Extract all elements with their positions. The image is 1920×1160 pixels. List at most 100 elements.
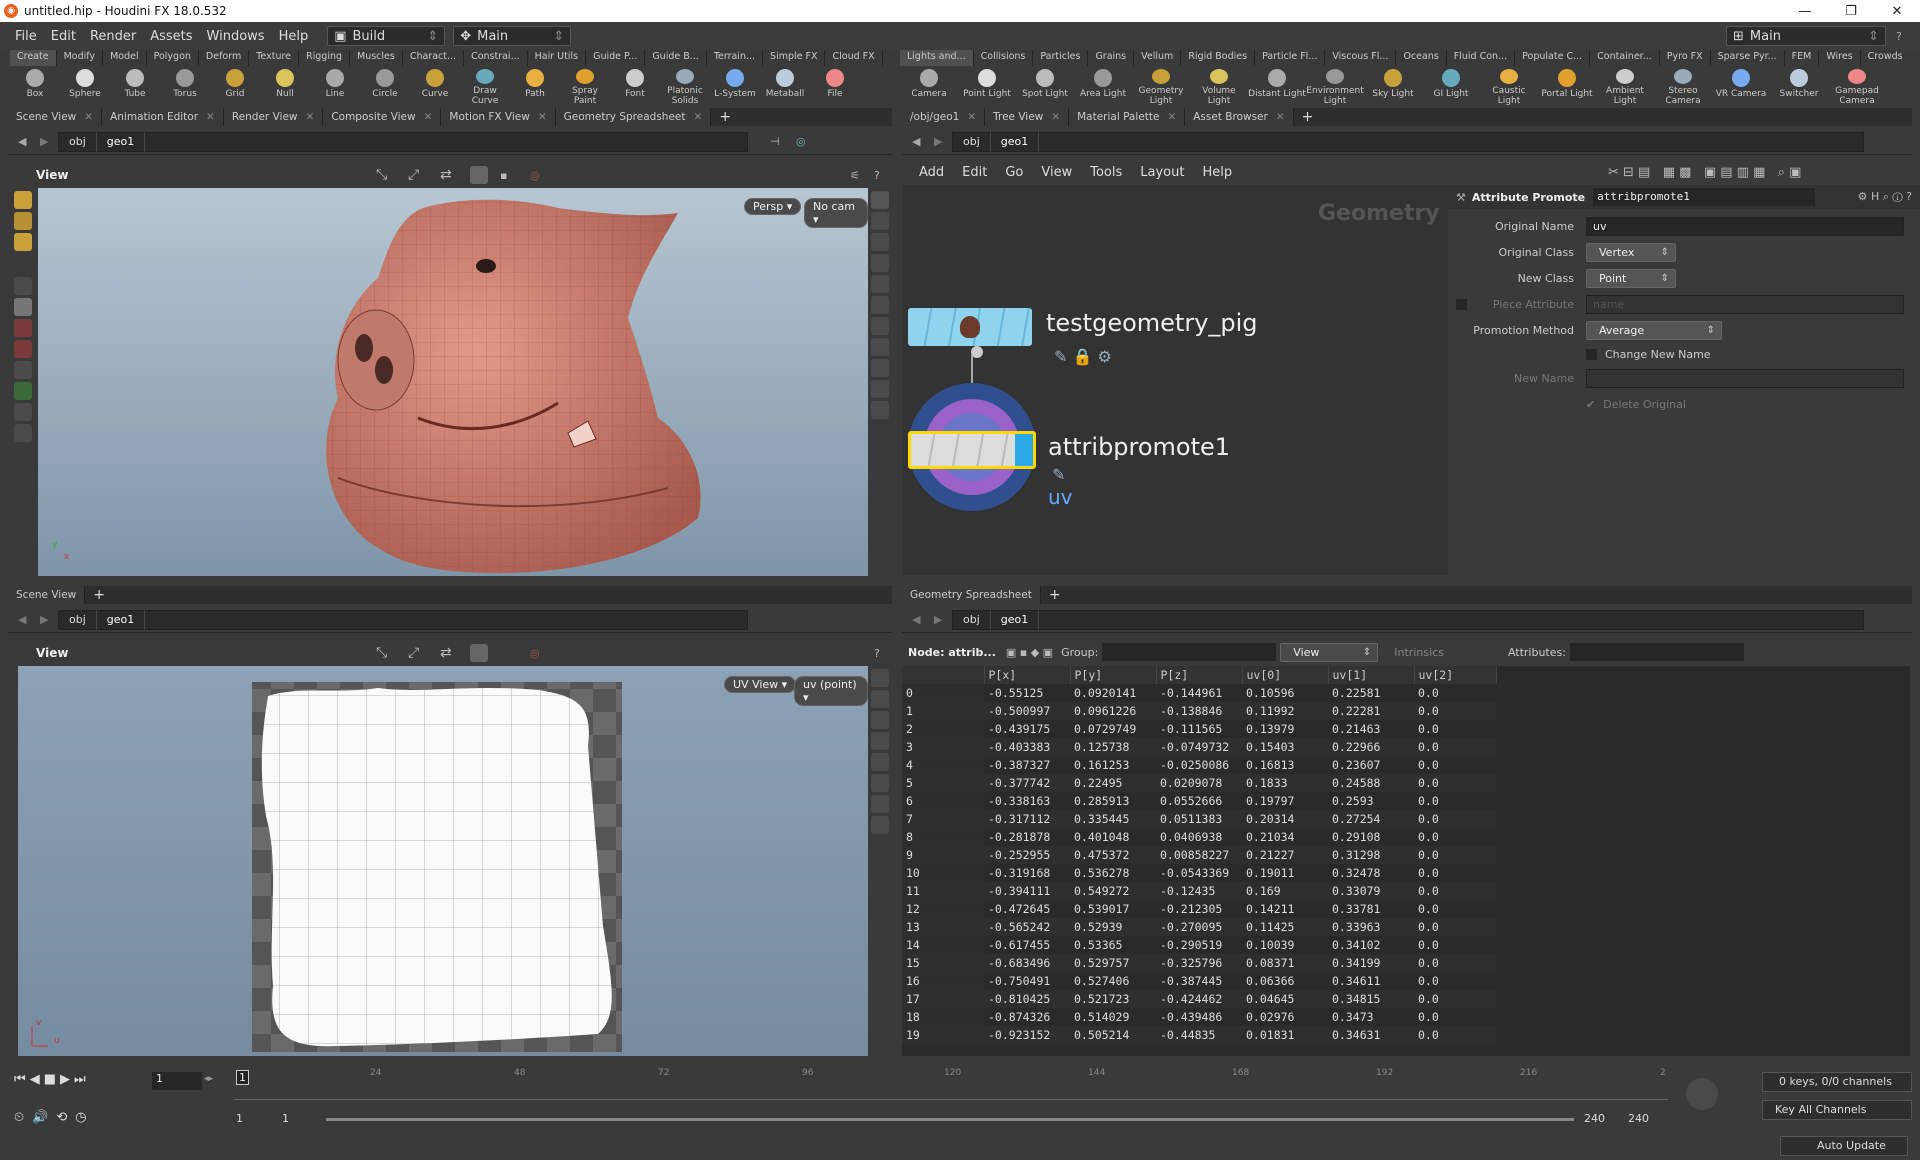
tool-volume-light[interactable]: Volume Light <box>1190 66 1248 106</box>
tool-switcher[interactable]: Switcher <box>1770 66 1828 106</box>
display-options-icon-2[interactable] <box>871 669 889 687</box>
range-start-field[interactable]: 1 <box>236 1112 243 1125</box>
light-icon-2[interactable] <box>871 795 889 813</box>
home-icon[interactable] <box>871 275 889 293</box>
step-frame-icons[interactable]: ◂▸ <box>204 1074 213 1084</box>
tab-scene-view[interactable]: Scene View ✕ <box>8 108 103 126</box>
add-tab-button-3[interactable]: + <box>1294 109 1322 125</box>
ghost-icon-2[interactable] <box>871 732 889 750</box>
network-icon-2[interactable] <box>871 816 889 834</box>
table-row[interactable]: 17 -0.810425 0.521723 -0.424462 0.04645 0.348… <box>902 990 1496 1008</box>
shading-icon-2[interactable] <box>871 690 889 708</box>
ss-col-uv-0[interactable]: uv[0] <box>1242 666 1329 684</box>
net-forward-arrow-icon[interactable]: ▶ <box>934 135 942 148</box>
ss-col-uv-2[interactable]: uv[2] <box>1414 666 1497 684</box>
tool-draw-curve[interactable]: Draw Curve <box>460 66 510 106</box>
piece-attr-field[interactable]: name <box>1586 294 1904 314</box>
ghost-icon[interactable] <box>871 254 889 272</box>
play-reverse-icon[interactable]: ◀ <box>30 1072 40 1087</box>
transform-tool-icon[interactable]: ⤢ <box>408 167 419 183</box>
ss-col-index[interactable] <box>902 666 985 684</box>
net-menu-edit[interactable]: Edit <box>953 165 996 180</box>
handle-tool-icon[interactable]: ⇄ <box>440 167 452 183</box>
table-row[interactable]: 15 -0.683496 0.529757 -0.325796 0.08371 0.341… <box>902 954 1496 972</box>
tool-path[interactable]: Path <box>510 66 560 106</box>
shelf-tab-fem[interactable]: FEM <box>1784 50 1820 66</box>
path-geo1-2[interactable]: geo1 <box>97 609 146 630</box>
node-info-icon[interactable]: ✎ 🔒 ⚙ <box>1054 347 1112 366</box>
audio-icon[interactable]: 🔊 <box>32 1110 48 1125</box>
select-tool-icon-2[interactable]: ⤡ <box>376 645 387 661</box>
tool-metaball[interactable]: Metaball <box>760 66 810 106</box>
network-icon[interactable] <box>871 380 889 398</box>
tab-scene-view-2[interactable]: Scene View <box>8 586 86 604</box>
path-field-2[interactable]: obj geo1 <box>58 609 748 630</box>
shelf-tab-hair-utils[interactable]: Hair Utils <box>527 50 587 66</box>
node-output-port[interactable] <box>971 346 983 358</box>
node-attribpromote1[interactable] <box>908 431 1036 469</box>
tool-caustic-light[interactable]: Caustic Light <box>1480 66 1538 106</box>
shelf-tab-wires[interactable]: Wires <box>1819 50 1861 66</box>
table-row[interactable]: 0 -0.55125 0.0920141 -0.144961 0.10596 0.2258… <box>902 684 1496 702</box>
table-row[interactable]: 7 -0.317112 0.335445 0.0511383 0.20314 0.2725… <box>902 810 1496 828</box>
tool-circle[interactable]: Circle <box>360 66 410 106</box>
table-row[interactable]: 4 -0.387327 0.161253 -0.0250086 0.16813 0.236… <box>902 756 1496 774</box>
component-mode-icon[interactable] <box>14 233 32 251</box>
tool-null[interactable]: Null <box>260 66 310 106</box>
shelf-tab-model[interactable]: Model <box>103 50 147 66</box>
shelf-tab-collisions[interactable]: Collisions <box>973 50 1034 66</box>
tab-obj-geo1[interactable]: /obj/geo1 ✕ <box>902 108 986 126</box>
tab-motion-fx-view[interactable]: Motion FX View ✕ <box>441 108 556 126</box>
path-obj-2[interactable]: obj <box>59 609 97 630</box>
shelf-tab-particles[interactable]: Particles <box>1033 50 1089 66</box>
key-all-channels-menu[interactable]: Key All Channels <box>1762 1100 1912 1120</box>
shelf-tab-grains[interactable]: Grains <box>1088 50 1135 66</box>
add-tab-button[interactable]: + <box>711 109 739 125</box>
table-row[interactable]: 13 -0.565242 0.52939 -0.270095 0.11425 0.3396… <box>902 918 1496 936</box>
ss-back-arrow-icon[interactable]: ◀ <box>912 613 920 626</box>
shelf-tab-charact[interactable]: Charact... <box>402 50 465 66</box>
tool-l-system[interactable]: L-System <box>710 66 760 106</box>
persp-menu[interactable]: Persp ▾ <box>744 198 802 215</box>
table-row[interactable]: 10 -0.319168 0.536278 -0.0543369 0.19011 0.32… <box>902 864 1496 882</box>
shelf-tab-deform[interactable]: Deform <box>198 50 250 66</box>
shelf-tab-vellum[interactable]: Vellum <box>1134 50 1182 66</box>
shelf-tab-polygon[interactable]: Polygon <box>146 50 199 66</box>
back-arrow-icon-2[interactable]: ◀ <box>18 613 26 626</box>
world-icon[interactable] <box>14 382 32 400</box>
tool-distant-light[interactable]: Distant Light <box>1248 66 1306 106</box>
table-row[interactable]: 6 -0.338163 0.285913 0.0552666 0.19797 0.2593… <box>902 792 1496 810</box>
uv-attribute-menu[interactable]: uv (point) ▾ <box>794 676 868 706</box>
tool-camera[interactable]: Camera <box>900 66 958 106</box>
tab-asset-browser[interactable]: Asset Browser ✕ <box>1185 108 1294 126</box>
record-icon-2[interactable]: ◎ <box>530 647 540 660</box>
table-row[interactable]: 3 -0.403383 0.125738 -0.0749732 0.15403 0.229… <box>902 738 1496 756</box>
shelf-tab-rigid-bodies[interactable]: Rigid Bodies <box>1181 50 1256 66</box>
new-class-menu[interactable]: Point <box>1586 268 1676 288</box>
tab-geometry-spreadsheet-2[interactable]: Geometry Spreadsheet <box>902 586 1041 604</box>
realtime-icon[interactable]: ⏲ <box>14 1110 24 1125</box>
net-menu-add[interactable]: Add <box>910 165 953 180</box>
shelf-tab-crowds[interactable]: Crowds <box>1860 50 1905 66</box>
render-icon[interactable] <box>14 403 32 421</box>
handle-tool-icon-2[interactable]: ⇄ <box>440 645 452 661</box>
net-tools-icon[interactable]: ✂ ⊟ ▤ ▦ ▩ ▣ ▤ ▥ ▦ ⌕ ▣ <box>1608 165 1801 180</box>
tool-vr-camera[interactable]: VR Camera <box>1712 66 1770 106</box>
net-path-geo1[interactable]: geo1 <box>991 131 1040 152</box>
node-testgeometry-pig[interactable] <box>908 308 1032 346</box>
frame-ruler[interactable]: 1 24 48 72 96 120 144 168 192 216 2 <box>234 1068 1668 1100</box>
help-icon[interactable]: ? <box>1896 30 1902 43</box>
jump-start-icon[interactable]: ⏮ <box>14 1072 26 1087</box>
shelf-tab-fluid-con[interactable]: Fluid Con... <box>1446 50 1516 66</box>
display-flag-icon[interactable] <box>1015 434 1033 466</box>
clock-icon[interactable]: ◷ <box>75 1110 86 1125</box>
shelf-tab-rigging[interactable]: Rigging <box>299 50 351 66</box>
minimize-button[interactable]: — <box>1782 0 1828 22</box>
tool-geometry-light[interactable]: Geometry Light <box>1132 66 1190 106</box>
pointer-icon[interactable] <box>14 277 32 295</box>
shelf-tab-viscous-fl[interactable]: Viscous Fl... <box>1325 50 1397 66</box>
tool-spot-light[interactable]: Spot Light <box>1016 66 1074 106</box>
path-obj[interactable]: obj <box>59 131 97 152</box>
key-tool-icon[interactable] <box>1686 1078 1718 1110</box>
frame-icon-2[interactable] <box>871 774 889 792</box>
